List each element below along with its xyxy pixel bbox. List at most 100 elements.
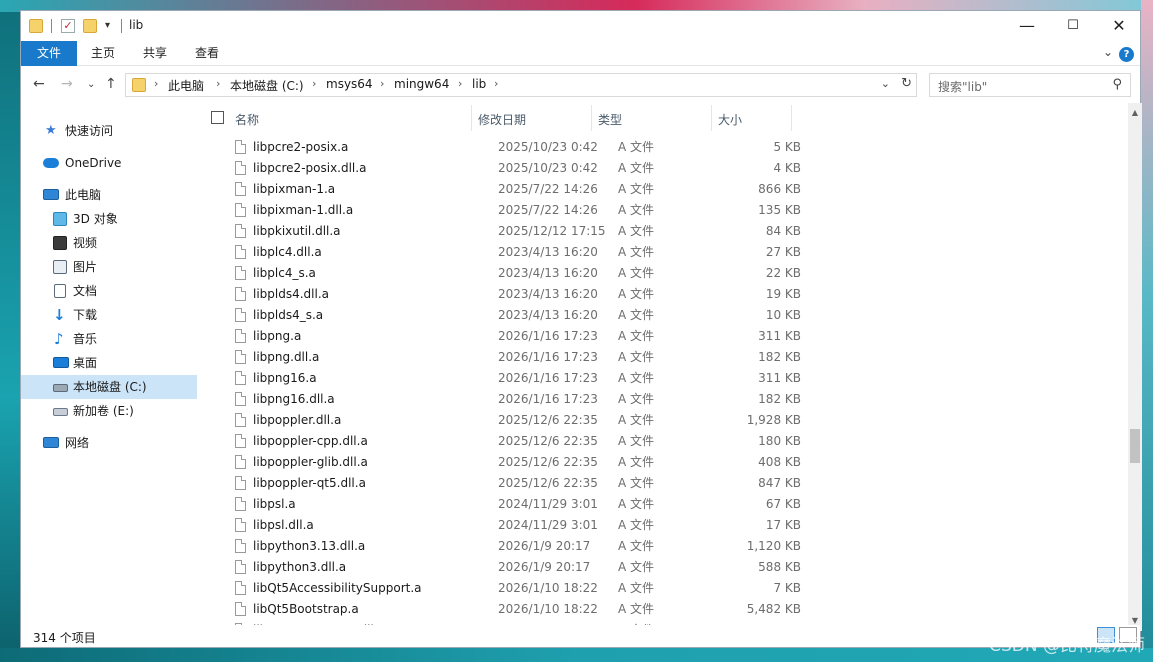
help-icon[interactable]: ?	[1119, 47, 1134, 62]
file-row[interactable]: libpython3.dll.a 2026/1/9 20:17 A 文件 588 KB	[201, 557, 1127, 578]
file-date: 2025/12/6 22:35	[498, 434, 598, 448]
tab-view[interactable]: 查看	[187, 41, 227, 66]
item-count: 314 个项目	[33, 631, 96, 645]
select-all-checkbox[interactable]	[211, 111, 224, 124]
breadcrumb-msys64[interactable]: msys64	[326, 77, 373, 91]
file-name: libpoppler-glib.dll.a	[253, 455, 368, 469]
file-size: 180 KB	[758, 434, 801, 448]
file-row[interactable]: libpng16.a 2026/1/16 17:23 A 文件 311 KB	[201, 368, 1127, 389]
file-type: A 文件	[618, 161, 655, 175]
nav-item-this-pc[interactable]: 此电脑	[21, 183, 197, 207]
file-row[interactable]: libpoppler-qt5.dll.a 2025/12/6 22:35 A 文件 8…	[201, 473, 1127, 494]
nav-item-music[interactable]: ♪ 音乐	[21, 327, 197, 351]
file-type: A 文件	[618, 371, 655, 385]
file-row[interactable]: libpython3.13.dll.a 2026/1/9 20:17 A 文件 1,1…	[201, 536, 1127, 557]
breadcrumb-mingw64[interactable]: mingw64	[394, 77, 449, 91]
nav-item-quick-access[interactable]: ★ 快速访问	[21, 119, 197, 143]
file-row[interactable]: libplc4.dll.a 2023/4/13 16:20 A 文件 27 KB	[201, 242, 1127, 263]
column-header-name[interactable]: 名称	[235, 111, 259, 128]
file-name: libpng16.a	[253, 371, 317, 385]
file-row[interactable]: libQt5Bootstrap.a 2026/1/10 18:22 A 文件 5,48…	[201, 599, 1127, 620]
column-divider[interactable]	[471, 105, 472, 131]
tab-home[interactable]: 主页	[83, 41, 123, 66]
column-header-date[interactable]: 修改日期	[478, 111, 526, 128]
file-row[interactable]: libplc4_s.a 2023/4/13 16:20 A 文件 22 KB	[201, 263, 1127, 284]
file-type: A 文件	[618, 329, 655, 343]
minimize-button[interactable]: —	[1004, 11, 1050, 41]
file-size: 4 KB	[773, 161, 801, 175]
file-size: 7 KB	[773, 581, 801, 595]
column-divider[interactable]	[791, 105, 792, 131]
file-size: 182 KB	[758, 350, 801, 364]
tab-file[interactable]: 文件	[21, 41, 77, 66]
nav-item-downloads[interactable]: ↓ 下载	[21, 303, 197, 327]
customize-quick-access-icon[interactable]: ▾	[105, 20, 110, 31]
file-row[interactable]: libpng.a 2026/1/16 17:23 A 文件 311 KB	[201, 326, 1127, 347]
column-divider[interactable]	[711, 105, 712, 131]
refresh-icon[interactable]: ↻	[901, 76, 912, 91]
file-row[interactable]: libpcre2-posix.dll.a 2025/10/23 0:42 A 文件 4…	[201, 158, 1127, 179]
file-row[interactable]: libpcre2-posix.a 2025/10/23 0:42 A 文件 5 KB	[201, 137, 1127, 158]
scroll-thumb[interactable]	[1130, 429, 1140, 463]
status-bar: 314 个项目	[21, 625, 1140, 647]
nav-item-desktop[interactable]: 桌面	[21, 351, 197, 375]
nav-item-onedrive[interactable]: OneDrive	[21, 151, 197, 175]
forward-icon[interactable]: →	[61, 76, 73, 92]
nav-item-label: 桌面	[73, 356, 98, 370]
file-type: A 文件	[618, 560, 655, 574]
nav-item-3d-objects[interactable]: 3D 对象	[21, 207, 197, 231]
column-header-type[interactable]: 类型	[598, 111, 622, 128]
file-size: 22 KB	[765, 266, 801, 280]
address-bar[interactable]: › 此电脑 › 本地磁盘 (C:) › msys64 › mingw64 › l…	[125, 73, 917, 97]
breadcrumb-local-disk[interactable]: 本地磁盘 (C:)	[230, 77, 304, 94]
nav-item-network[interactable]: 网络	[21, 431, 197, 455]
recent-locations-icon[interactable]: ⌄	[87, 79, 95, 90]
file-row[interactable]: libpsl.dll.a 2024/11/29 3:01 A 文件 17 KB	[201, 515, 1127, 536]
file-row[interactable]: libpixman-1.dll.a 2025/7/22 14:26 A 文件 135 …	[201, 200, 1127, 221]
file-size: 588 KB	[758, 560, 801, 574]
file-row[interactable]: libpoppler-cpp.dll.a 2025/12/6 22:35 A 文件 1…	[201, 431, 1127, 452]
search-icon[interactable]: ⚲	[1112, 77, 1122, 92]
file-row[interactable]: libpixman-1.a 2025/7/22 14:26 A 文件 866 KB	[201, 179, 1127, 200]
file-date: 2025/7/22 14:26	[498, 203, 598, 217]
breadcrumb-lib[interactable]: lib	[472, 77, 486, 91]
file-row[interactable]: libpng.dll.a 2026/1/16 17:23 A 文件 182 KB	[201, 347, 1127, 368]
chevron-right-icon[interactable]: ›	[154, 77, 158, 90]
nav-item-local-disk-c[interactable]: 本地磁盘 (C:)	[21, 375, 197, 399]
file-row[interactable]: libQt5AccessibilitySupport.a 2026/1/10 18…	[201, 578, 1127, 599]
column-divider[interactable]	[591, 105, 592, 131]
chevron-right-icon[interactable]: ›	[494, 77, 498, 90]
nav-item-videos[interactable]: 视频	[21, 231, 197, 255]
file-size: 27 KB	[765, 245, 801, 259]
back-icon[interactable]: ←	[33, 76, 45, 92]
tab-share[interactable]: 共享	[135, 41, 175, 66]
nav-item-new-volume-e[interactable]: 新加卷 (E:)	[21, 399, 197, 423]
chevron-right-icon[interactable]: ›	[458, 77, 462, 90]
maximize-button[interactable]: ☐	[1050, 11, 1096, 41]
search-box[interactable]: 搜索"lib" ⚲	[929, 73, 1131, 97]
properties-icon[interactable]: ✓	[61, 19, 75, 33]
chevron-right-icon[interactable]: ›	[380, 77, 384, 90]
nav-item-documents[interactable]: 文档	[21, 279, 197, 303]
chevron-right-icon[interactable]: ›	[312, 77, 316, 90]
file-row[interactable]: libplds4_s.a 2023/4/13 16:20 A 文件 10 KB	[201, 305, 1127, 326]
scroll-up-icon[interactable]: ▲	[1128, 105, 1142, 121]
file-row[interactable]: libpsl.a 2024/11/29 3:01 A 文件 67 KB	[201, 494, 1127, 515]
expand-ribbon-icon[interactable]: ⌄	[1103, 45, 1113, 59]
file-row[interactable]: libpoppler.dll.a 2025/12/6 22:35 A 文件 1,928…	[201, 410, 1127, 431]
file-row[interactable]: libplds4.dll.a 2023/4/13 16:20 A 文件 19 KB	[201, 284, 1127, 305]
window-title: lib	[129, 18, 144, 32]
file-row[interactable]: libpng16.dll.a 2026/1/16 17:23 A 文件 182 KB	[201, 389, 1127, 410]
new-folder-icon[interactable]	[83, 19, 97, 33]
chevron-right-icon[interactable]: ›	[216, 77, 220, 90]
close-button[interactable]: ✕	[1096, 11, 1142, 41]
file-icon	[235, 350, 246, 364]
address-dropdown-icon[interactable]: ⌄	[881, 77, 890, 90]
file-row[interactable]: libpoppler-glib.dll.a 2025/12/6 22:35 A 文件…	[201, 452, 1127, 473]
breadcrumb-this-pc[interactable]: 此电脑	[168, 77, 204, 94]
nav-item-pictures[interactable]: 图片	[21, 255, 197, 279]
file-row[interactable]: libpkixutil.dll.a 2025/12/12 17:15 A 文件 84 …	[201, 221, 1127, 242]
vertical-scrollbar[interactable]: ▲ ▼	[1128, 103, 1142, 631]
up-icon[interactable]: ↑	[105, 76, 117, 92]
column-header-size[interactable]: 大小	[718, 111, 742, 128]
